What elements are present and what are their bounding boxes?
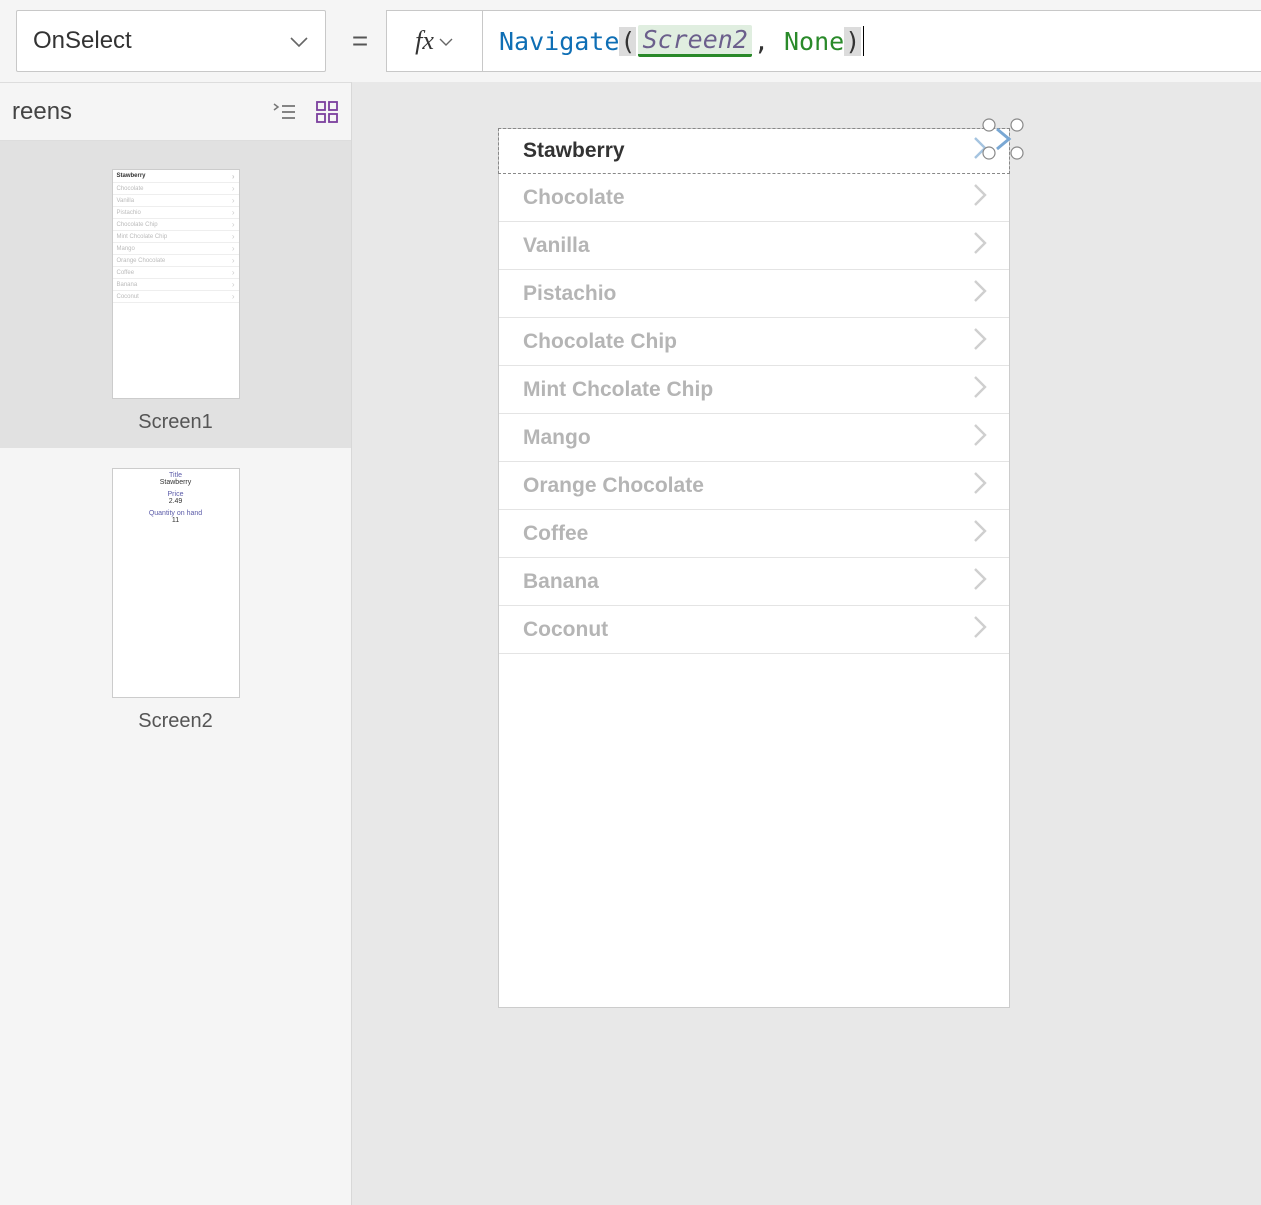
panel-header: reens xyxy=(0,83,351,141)
formula-paren-close: ) xyxy=(844,27,861,56)
grid-view-icon[interactable] xyxy=(315,100,339,124)
chevron-right-icon[interactable] xyxy=(971,421,989,455)
chevron-right-icon[interactable] xyxy=(971,277,989,311)
gallery-item[interactable]: Mango xyxy=(499,414,1009,462)
formula-comma: , xyxy=(754,27,769,56)
gallery-item-label: Mint Chcolate Chip xyxy=(523,378,713,402)
formula-topbar: OnSelect = fx Navigate( Screen2, None ) xyxy=(0,0,1261,82)
gallery-item-label: Coffee xyxy=(523,522,588,546)
property-dropdown[interactable]: OnSelect xyxy=(16,10,326,72)
app-preview[interactable]: Stawberry Chocolate Vanilla Pistachio Ch… xyxy=(498,128,1010,1008)
thumbnail-label: Screen1 xyxy=(0,411,351,434)
chevron-down-icon xyxy=(438,31,454,52)
chevron-right-icon[interactable] xyxy=(971,469,989,503)
gallery-item[interactable]: Coffee xyxy=(499,510,1009,558)
gallery-item-label: Coconut xyxy=(523,618,608,642)
formula-paren-open: ( xyxy=(619,27,636,56)
chevron-right-icon[interactable] xyxy=(971,181,989,215)
chevron-right-icon[interactable] xyxy=(971,325,989,359)
formula-input[interactable]: Navigate( Screen2, None ) xyxy=(482,10,1261,72)
gallery-item[interactable]: Mint Chcolate Chip xyxy=(499,366,1009,414)
gallery-item-label: Banana xyxy=(523,570,599,594)
chevron-right-icon[interactable] xyxy=(971,565,989,599)
screen-thumbnail-screen1[interactable]: Stawberry› Chocolate› Vanilla› Pistachio… xyxy=(0,141,351,448)
panel-title: reens xyxy=(12,98,72,126)
gallery-item-selected[interactable]: Stawberry xyxy=(498,128,1010,174)
chevron-down-icon xyxy=(289,27,309,55)
gallery-item[interactable]: Orange Chocolate xyxy=(499,462,1009,510)
property-name: OnSelect xyxy=(33,27,132,55)
chevron-right-icon[interactable] xyxy=(971,134,989,168)
fx-icon: fx xyxy=(415,26,434,56)
gallery-item-label: Orange Chocolate xyxy=(523,474,704,498)
screen-thumbnail-screen2[interactable]: Title Stawberry Price 2.49 Quantity on h… xyxy=(0,448,351,743)
thumbnail-preview: Stawberry› Chocolate› Vanilla› Pistachio… xyxy=(112,169,240,399)
thumbnail-list: Stawberry› Chocolate› Vanilla› Pistachio… xyxy=(0,141,351,743)
thumbnail-label: Screen2 xyxy=(0,710,351,733)
gallery-item[interactable]: Coconut xyxy=(499,606,1009,654)
screens-panel: reens xyxy=(0,82,352,1205)
equals-sign: = xyxy=(340,0,380,82)
gallery-item[interactable]: Vanilla xyxy=(499,222,1009,270)
chevron-right-icon[interactable] xyxy=(971,373,989,407)
fx-button[interactable]: fx xyxy=(386,10,482,72)
gallery-item-label: Mango xyxy=(523,426,591,450)
formula-arg1: Screen2 xyxy=(638,25,751,57)
gallery-item[interactable]: Pistachio xyxy=(499,270,1009,318)
gallery-item-label: Chocolate Chip xyxy=(523,330,677,354)
gallery-item-label: Vanilla xyxy=(523,234,590,258)
chevron-right-icon[interactable] xyxy=(971,229,989,263)
gallery-item-label: Chocolate xyxy=(523,186,625,210)
thumbnail-preview: Title Stawberry Price 2.49 Quantity on h… xyxy=(112,468,240,698)
gallery-item[interactable]: Chocolate xyxy=(499,174,1009,222)
chevron-right-icon[interactable] xyxy=(971,517,989,551)
design-canvas[interactable]: Stawberry Chocolate Vanilla Pistachio Ch… xyxy=(352,82,1261,1205)
text-cursor xyxy=(863,26,864,56)
gallery-item-label: Stawberry xyxy=(523,139,625,163)
gallery-item-label: Pistachio xyxy=(523,282,616,306)
gallery-item[interactable]: Banana xyxy=(499,558,1009,606)
list-collapse-icon[interactable] xyxy=(271,101,297,123)
formula-function: Navigate xyxy=(499,27,619,56)
formula-arg2: None xyxy=(784,27,844,56)
chevron-right-icon[interactable] xyxy=(971,613,989,647)
